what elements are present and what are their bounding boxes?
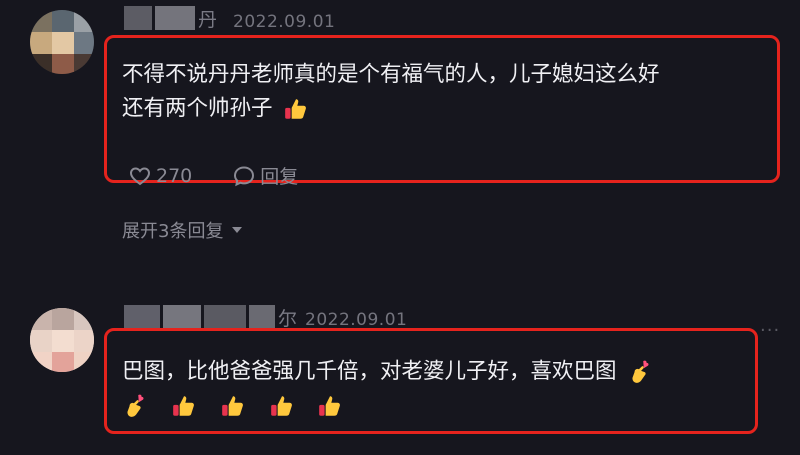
comment-text-segment: 巴图，比他爸爸强几千倍，对老婆儿子好，喜欢巴图 xyxy=(122,359,617,384)
comment-bubble-icon xyxy=(234,165,255,186)
finger-heart-icon xyxy=(127,394,144,417)
blurred-name xyxy=(155,6,195,30)
finger-heart-icon xyxy=(632,360,649,383)
username[interactable]: 尔 xyxy=(124,303,297,331)
thumbs-up-icon xyxy=(319,396,341,416)
comment-text: 不得不说丹丹老师真的是个有福气的人，儿子媳妇这么好 还有两个帅孙子 xyxy=(122,58,660,126)
like-count: 270 xyxy=(156,164,193,187)
avatar[interactable] xyxy=(30,308,94,372)
comment-text-segment: 还有两个帅孙子 xyxy=(122,96,273,121)
heart-icon xyxy=(129,166,151,185)
thumbs-up-icon xyxy=(270,396,292,416)
blurred-name xyxy=(204,305,246,329)
username-suffix: 尔 xyxy=(278,307,298,330)
more-options-icon[interactable]: ··· xyxy=(760,320,780,341)
comment-text-line: 巴图，比他爸爸强几千倍，对老婆儿子好，喜欢巴图 xyxy=(122,355,653,389)
reply-button[interactable]: 回复 xyxy=(232,162,298,189)
thumbs-up-icon xyxy=(285,99,307,119)
comment-date: 2022.09.01 xyxy=(233,12,336,32)
like-button[interactable]: 270 xyxy=(128,164,192,188)
blurred-name xyxy=(124,305,160,329)
reply-label: 回复 xyxy=(260,166,299,188)
comment-actions: 270 回复 xyxy=(128,162,298,189)
comment-text-line: 不得不说丹丹老师真的是个有福气的人，儿子媳妇这么好 xyxy=(122,62,660,87)
expand-replies-label: 展开3条回复 xyxy=(122,221,224,242)
comment-text: 巴图，比他爸爸强几千倍，对老婆儿子好，喜欢巴图 xyxy=(122,355,653,423)
thumbs-up-icon xyxy=(221,396,243,416)
username-suffix: 丹 xyxy=(198,8,218,31)
blurred-name xyxy=(249,305,275,329)
comment-emoji-line xyxy=(122,389,653,423)
username[interactable]: 丹 xyxy=(124,4,217,32)
comment-date: 2022.09.01 xyxy=(305,310,408,330)
caret-down-icon xyxy=(232,227,243,233)
expand-replies-button[interactable]: 展开3条回复 xyxy=(122,217,243,243)
avatar[interactable] xyxy=(30,10,94,74)
thumbs-up-icon xyxy=(173,396,194,416)
blurred-name xyxy=(163,305,201,329)
comment-text-line: 还有两个帅孙子 xyxy=(122,92,660,126)
blurred-name xyxy=(124,6,152,30)
